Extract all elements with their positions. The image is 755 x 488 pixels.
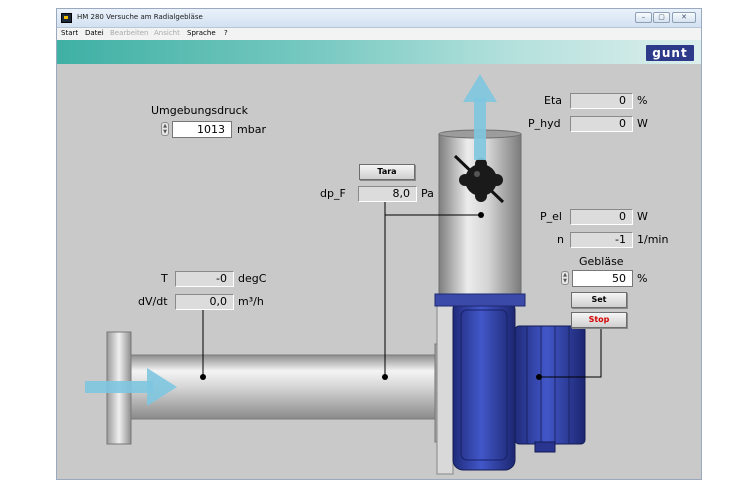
flow-unit: m³/h — [238, 295, 264, 308]
eta-unit: % — [637, 94, 648, 107]
menu-sprache[interactable]: Sprache — [187, 29, 216, 37]
menu-ansicht[interactable]: Ansicht — [154, 29, 180, 37]
n-value: -1 — [570, 232, 633, 248]
blower-base-plate — [436, 301, 454, 475]
temperature-label: T — [161, 272, 168, 285]
header-banner: gunt — [57, 40, 701, 64]
radial-blower — [452, 299, 586, 471]
p-hyd-value: 0 — [570, 116, 633, 132]
ambient-pressure-unit: mbar — [237, 123, 266, 136]
temperature-unit: degC — [238, 272, 267, 285]
p-hyd-label: P_hyd — [528, 117, 561, 130]
ambient-pressure-stepper[interactable]: ▲ ▼ — [161, 122, 169, 136]
blower-unit: % — [637, 272, 648, 285]
n-unit: 1/min — [637, 233, 669, 246]
eta-label: Eta — [544, 94, 563, 107]
menu-bar: Start Datei Bearbeiten Ansicht Sprache ? — [57, 28, 701, 40]
dp-f-unit: Pa — [421, 187, 434, 200]
p-el-label: P_el — [540, 210, 562, 223]
app-icon — [61, 13, 72, 23]
tara-button[interactable]: Tara — [359, 164, 415, 180]
close-button[interactable]: ✕ — [672, 12, 696, 23]
menu-start[interactable]: Start — [61, 29, 78, 37]
maximize-button[interactable]: ▢ — [653, 12, 670, 23]
title-bar: HM 280 Versuche am Radialgebläse – ▢ ✕ — [57, 9, 701, 28]
dp-f-value: 8,0 — [358, 186, 417, 202]
flow-label: dV/dt — [138, 295, 168, 308]
n-label: n — [557, 233, 564, 246]
dp-f-label: dp_F — [320, 187, 346, 200]
menu-bearbeiten[interactable]: Bearbeiten — [110, 29, 148, 37]
minimize-button[interactable]: – — [635, 12, 652, 23]
eta-value: 0 — [570, 93, 633, 109]
blower-stepper[interactable]: ▲ ▼ — [561, 271, 569, 285]
p-el-unit: W — [637, 210, 648, 223]
p-hyd-unit: W — [637, 117, 648, 130]
ambient-pressure-label: Umgebungsdruck — [151, 104, 249, 117]
ambient-pressure-input[interactable]: 1013 — [172, 121, 232, 138]
process-diagram: Umgebungsdruck ▲ ▼ 1013 mbar Eta 0 % P_hy… — [57, 64, 701, 479]
blower-label: Gebläse — [579, 255, 624, 268]
p-el-value: 0 — [570, 209, 633, 225]
blower-speed-input[interactable]: 50 — [572, 270, 633, 287]
window-title: HM 280 Versuche am Radialgebläse — [77, 13, 203, 21]
gunt-logo: gunt — [646, 45, 694, 61]
app-window: HM 280 Versuche am Radialgebläse – ▢ ✕ S… — [56, 8, 702, 480]
menu-help[interactable]: ? — [224, 29, 228, 37]
set-button[interactable]: Set — [571, 292, 627, 308]
menu-datei[interactable]: Datei — [85, 29, 104, 37]
temperature-value: -0 — [175, 271, 234, 287]
stop-button[interactable]: Stop — [571, 312, 627, 328]
flow-value: 0,0 — [175, 294, 234, 310]
